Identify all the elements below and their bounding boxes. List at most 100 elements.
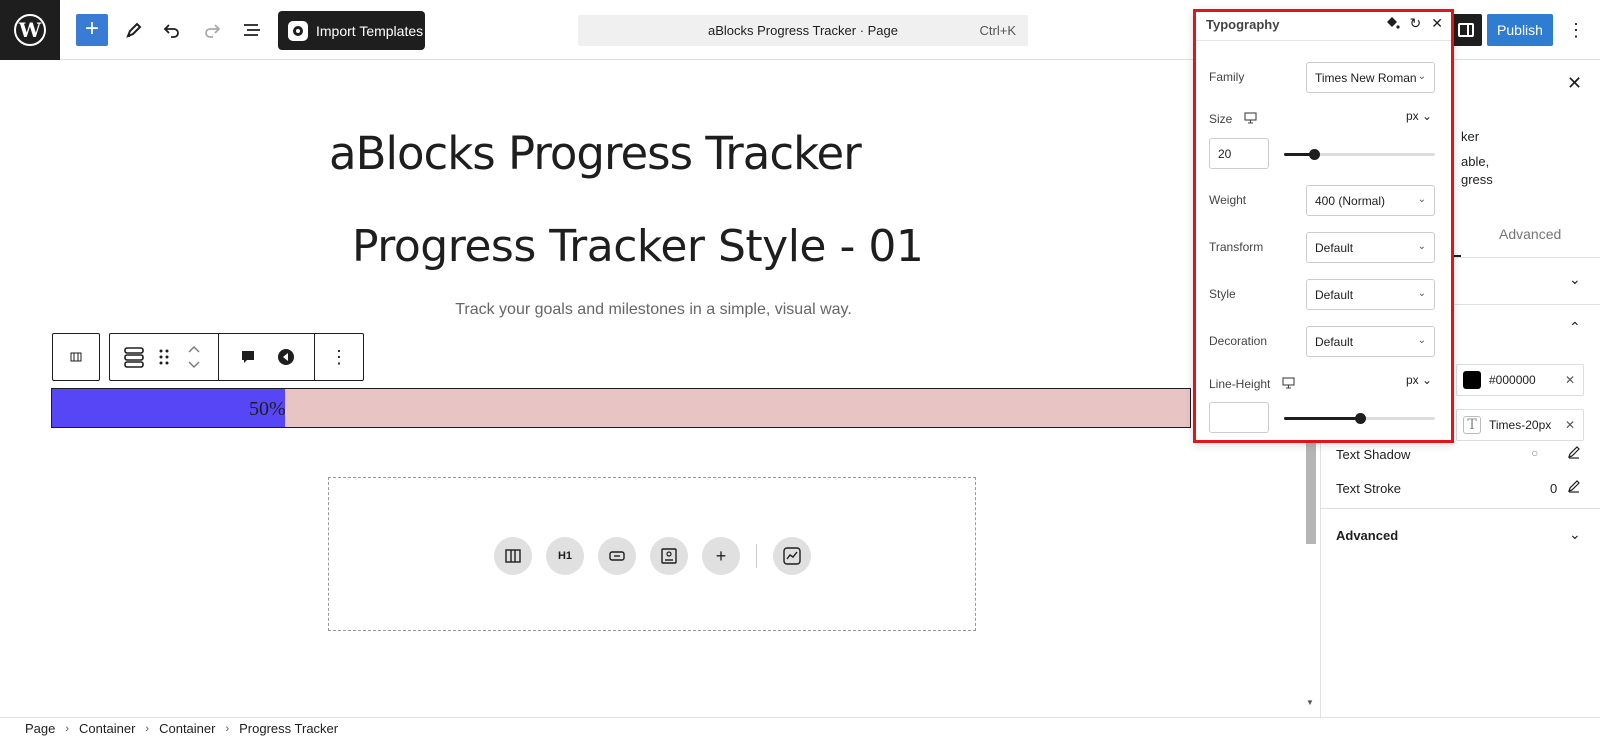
- section-heading[interactable]: Progress Tracker Style - 01: [352, 221, 924, 272]
- line-height-label: Line-Height: [1209, 377, 1295, 392]
- drag-handle-icon[interactable]: [150, 343, 178, 371]
- ablocks-action-icon[interactable]: [272, 343, 300, 371]
- canvas-scrollbar[interactable]: [1306, 430, 1316, 544]
- editor-canvas: aBlocks Progress Tracker Progress Tracke…: [0, 61, 1302, 717]
- line-height-slider[interactable]: [1284, 413, 1435, 424]
- wordpress-icon: W: [14, 14, 46, 46]
- empty-container-block[interactable]: H1 +: [328, 477, 976, 631]
- progress-percent-label: 50%: [249, 398, 286, 420]
- typography-popover: Typography ↻ ✕ Family Times New Roman ⌄ …: [1193, 9, 1454, 443]
- popover-divider: [1196, 40, 1451, 41]
- clear-typography-icon[interactable]: ✕: [1565, 418, 1575, 432]
- typography-icon: T: [1463, 416, 1481, 434]
- chevron-down-icon: ⌄: [1417, 335, 1426, 346]
- settings-sidebar-toggle[interactable]: [1450, 14, 1482, 46]
- block-options-icon[interactable]: ⋮: [325, 343, 353, 371]
- pencil-tools-icon[interactable]: [118, 14, 150, 46]
- options-menu-icon[interactable]: ⋮: [1564, 14, 1588, 46]
- line-height-unit-select[interactable]: px ⌄: [1406, 373, 1432, 387]
- text-transform-value: Default: [1315, 240, 1354, 255]
- separator: [756, 544, 757, 568]
- text-stroke-value: 0: [1550, 481, 1558, 496]
- scroll-down-arrow-icon[interactable]: ▼: [1306, 698, 1314, 707]
- block-toolbar: ⋮: [109, 333, 364, 381]
- edit-shadow-icon[interactable]: [1567, 445, 1581, 462]
- font-family-select[interactable]: Times New Roman ⌄: [1306, 62, 1435, 93]
- advanced-section-title[interactable]: Advanced: [1336, 528, 1398, 543]
- document-overview-icon[interactable]: [236, 14, 268, 46]
- block-title: ker: [1461, 129, 1480, 144]
- document-title-bar[interactable]: aBlocks Progress Tracker · Page Ctrl+K: [578, 15, 1028, 46]
- typography-control[interactable]: T Times-20px ✕: [1456, 409, 1584, 441]
- paint-bucket-icon[interactable]: [1384, 15, 1400, 34]
- decoration-label: Decoration: [1209, 334, 1268, 348]
- desktop-icon[interactable]: [1244, 112, 1257, 127]
- breadcrumb-item[interactable]: Container: [159, 721, 215, 736]
- font-style-select[interactable]: Default ⌄: [1306, 279, 1435, 310]
- breadcrumb-item[interactable]: Progress Tracker: [239, 721, 338, 736]
- chevron-down-icon[interactable]: ⌄: [1569, 526, 1581, 543]
- chevron-up-icon[interactable]: ⌃: [1569, 319, 1581, 336]
- text-decoration-value: Default: [1315, 334, 1354, 349]
- chevron-right-icon: ›: [145, 722, 150, 735]
- comment-icon[interactable]: [234, 343, 262, 371]
- font-family-value: Times New Roman: [1315, 70, 1417, 85]
- progress-tracker-bar[interactable]: 50%: [51, 388, 1191, 428]
- breadcrumb-item[interactable]: Container: [79, 721, 135, 736]
- add-block-button[interactable]: +: [76, 14, 108, 46]
- wordpress-logo[interactable]: W: [0, 0, 60, 60]
- text-transform-select[interactable]: Default ⌄: [1306, 232, 1435, 263]
- chart-icon[interactable]: [773, 537, 811, 575]
- redo-icon[interactable]: [196, 14, 228, 46]
- block-desc-line2: gress: [1461, 172, 1493, 187]
- size-unit: px: [1406, 109, 1419, 123]
- heading-icon[interactable]: H1: [546, 537, 584, 575]
- ablocks-logo-icon: [288, 20, 308, 41]
- clear-color-icon[interactable]: ✕: [1565, 373, 1575, 387]
- columns-icon[interactable]: [494, 537, 532, 575]
- image-icon[interactable]: [650, 537, 688, 575]
- move-up-down-icon[interactable]: [180, 343, 208, 371]
- publish-button[interactable]: Publish: [1487, 14, 1553, 46]
- section-subtitle[interactable]: Track your goals and milestones in a sim…: [0, 301, 1302, 319]
- color-value: #000000: [1489, 373, 1536, 387]
- desktop-icon[interactable]: [1282, 377, 1295, 392]
- chevron-down-icon: ⌄: [1417, 288, 1426, 299]
- breadcrumb-item[interactable]: Page: [25, 721, 55, 736]
- container-block-icon: [70, 352, 82, 362]
- reset-shadow-icon[interactable]: ○: [1531, 446, 1538, 460]
- plus-icon[interactable]: +: [702, 537, 740, 575]
- size-slider-knob[interactable]: [1309, 149, 1320, 160]
- parent-block-selector[interactable]: [52, 333, 100, 381]
- text-decoration-select[interactable]: Default ⌄: [1306, 326, 1435, 357]
- progress-tracker-block-icon[interactable]: [120, 343, 148, 371]
- button-icon[interactable]: [598, 537, 636, 575]
- reset-icon[interactable]: ↻: [1410, 15, 1422, 34]
- transform-label: Transform: [1209, 240, 1264, 254]
- line-height-slider-fill: [1284, 417, 1360, 420]
- command-shortcut: Ctrl+K: [979, 23, 1016, 38]
- typography-value: Times-20px: [1489, 418, 1552, 432]
- line-height-input[interactable]: [1209, 402, 1269, 433]
- chevron-right-icon: ›: [225, 722, 230, 735]
- document-title: aBlocks Progress Tracker · Page: [707, 23, 899, 38]
- tab-advanced[interactable]: Advanced: [1499, 226, 1561, 242]
- text-shadow-label: Text Shadow: [1336, 447, 1411, 462]
- line-height-slider-knob[interactable]: [1355, 413, 1366, 424]
- breadcrumb: Page › Container › Container › Progress …: [0, 717, 1600, 739]
- font-weight-select[interactable]: 400 (Normal) ⌄: [1306, 185, 1435, 216]
- undo-icon[interactable]: [156, 14, 188, 46]
- edit-stroke-icon[interactable]: [1567, 479, 1581, 496]
- text-color-control[interactable]: #000000 ✕: [1456, 364, 1584, 396]
- page-title[interactable]: aBlocks Progress Tracker: [329, 127, 862, 180]
- chevron-right-icon: ›: [65, 722, 70, 735]
- font-weight-value: 400 (Normal): [1315, 193, 1386, 208]
- chevron-down-icon[interactable]: ⌄: [1569, 271, 1581, 288]
- close-icon[interactable]: ✕: [1431, 15, 1443, 34]
- close-sidebar-icon[interactable]: ✕: [1567, 73, 1582, 94]
- size-slider[interactable]: [1284, 149, 1435, 160]
- size-input[interactable]: 20: [1209, 138, 1269, 169]
- chevron-down-icon: ⌄: [1417, 71, 1426, 82]
- size-unit-select[interactable]: px ⌄: [1406, 109, 1432, 123]
- import-templates-button[interactable]: Import Templates: [278, 11, 425, 50]
